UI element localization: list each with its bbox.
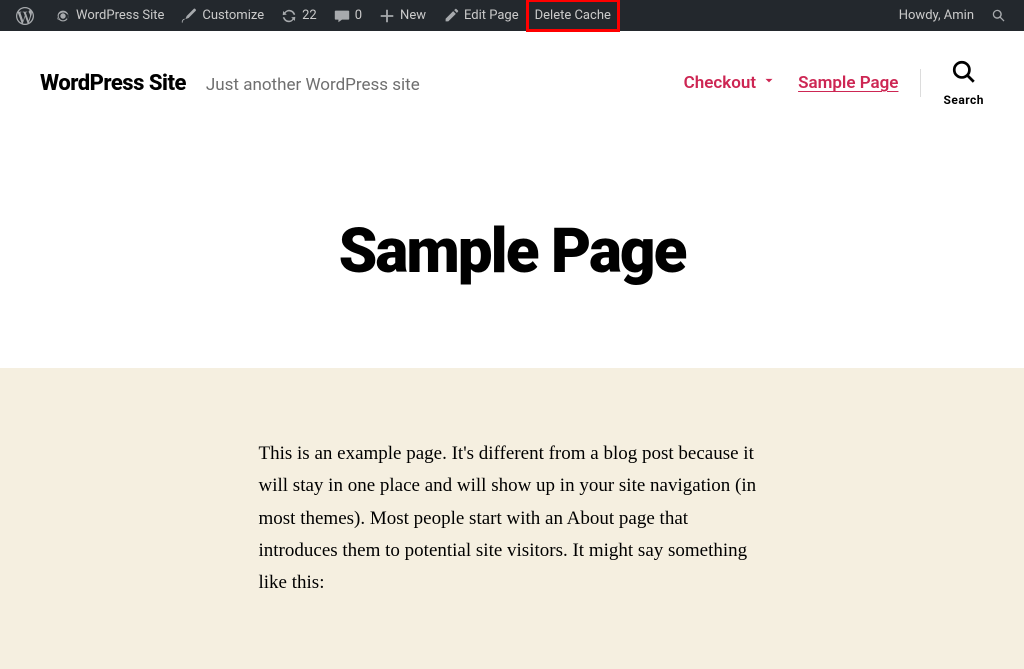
updates-link[interactable]: 22 [272,0,325,31]
nav-checkout[interactable]: Checkout [684,73,776,93]
customize-label: Customize [202,8,264,23]
delete-cache-link[interactable]: Delete Cache [527,0,619,31]
wp-admin-bar: WordPress Site Customize 22 0 New [0,0,1024,31]
search-icon [951,59,977,89]
edit-page-link[interactable]: Edit Page [434,0,527,31]
howdy-label: Howdy, Amin [899,8,974,23]
customize-link[interactable]: Customize [172,0,272,31]
wordpress-icon [16,7,34,25]
dashboard-icon [54,7,72,25]
admin-bar-right: Howdy, Amin [891,0,1016,31]
admin-search[interactable] [982,0,1016,31]
search-label: Search [943,93,984,107]
chevron-down-icon [762,73,776,93]
nav-sample-page[interactable]: Sample Page [798,73,898,93]
plus-icon [378,7,396,25]
primary-nav: Checkout Sample Page Search [684,59,984,107]
new-content-link[interactable]: New [370,0,434,31]
site-title[interactable]: WordPress Site [40,71,186,96]
site-name-label: WordPress Site [76,8,164,23]
comments-link[interactable]: 0 [325,0,370,31]
nav-separator [920,69,921,97]
page-title: Sample Page [0,215,1024,288]
updates-icon [280,7,298,25]
delete-cache-label: Delete Cache [535,8,611,23]
site-branding: WordPress Site Just another WordPress si… [40,71,420,96]
nav-checkout-label: Checkout [684,73,756,93]
admin-bar-left: WordPress Site Customize 22 0 New [8,0,619,31]
site-header: WordPress Site Just another WordPress si… [0,31,1024,127]
entry-content: This is an example page. It's different … [0,368,1024,669]
comments-icon [333,7,351,25]
new-label: New [400,8,426,23]
edit-icon [442,7,460,25]
site-name-link[interactable]: WordPress Site [46,0,172,31]
wp-logo[interactable] [8,0,46,31]
customize-icon [180,7,198,25]
nav-sample-page-label: Sample Page [798,73,898,93]
entry-inner: This is an example page. It's different … [221,438,804,599]
page-hero: Sample Page [0,127,1024,368]
comments-count: 0 [355,8,362,23]
updates-count: 22 [302,8,317,23]
search-icon [990,7,1008,25]
edit-page-label: Edit Page [464,8,519,23]
my-account[interactable]: Howdy, Amin [891,0,982,31]
site-tagline: Just another WordPress site [206,75,420,95]
search-toggle[interactable]: Search [943,59,984,107]
entry-paragraph: This is an example page. It's different … [259,438,766,599]
